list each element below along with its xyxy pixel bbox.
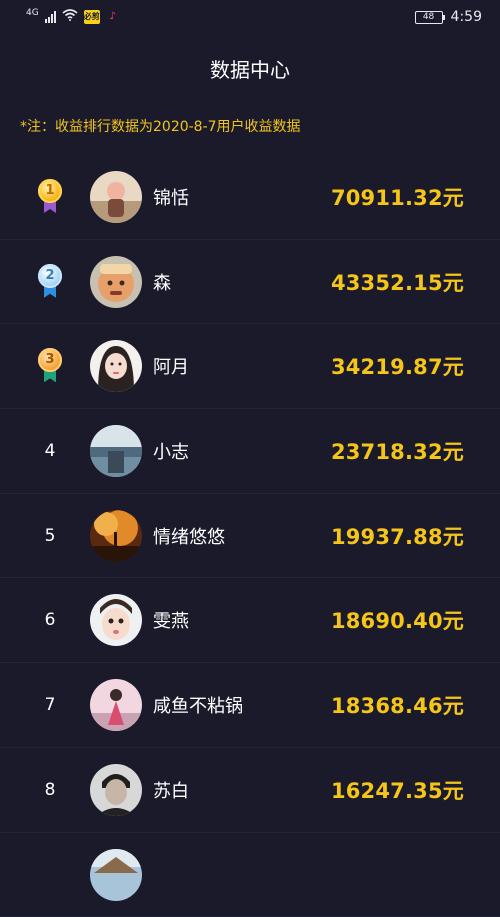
earnings-amount: 18368.46元	[331, 663, 464, 747]
rank-badge: 1	[30, 155, 70, 239]
earnings-amount: 70911.32元	[331, 155, 464, 239]
rank-number: 5	[30, 494, 70, 578]
rank-badge: 3	[30, 324, 70, 408]
earnings-amount: 34219.87元	[331, 324, 464, 408]
bronze-medal-icon: 3	[36, 348, 64, 384]
earnings-amount: 43352.15元	[331, 240, 464, 324]
rank-number: 7	[30, 663, 70, 747]
user-name: 锦恬	[153, 155, 189, 239]
status-right: 48 4:59	[415, 9, 482, 25]
gold-medal-icon: 1	[36, 179, 64, 215]
ranking-row-partial[interactable]	[0, 833, 500, 917]
avatar[interactable]	[90, 764, 142, 816]
ranking-row[interactable]: 7 咸鱼不粘锅 18368.46元	[0, 663, 500, 748]
user-name: 雯燕	[153, 578, 189, 662]
ranking-list: 1 锦恬 70911.32元 2	[0, 155, 500, 917]
user-name: 森	[153, 240, 171, 324]
avatar[interactable]	[90, 510, 142, 562]
avatar[interactable]	[90, 256, 142, 308]
ranking-row[interactable]: 6 雯燕 18690.40元	[0, 578, 500, 663]
app-notification-icon: 必剪	[84, 10, 100, 24]
status-time: 4:59	[451, 9, 482, 25]
avatar[interactable]	[90, 594, 142, 646]
rank-number: 8	[30, 748, 70, 832]
ranking-row[interactable]: 5 情绪悠悠 19937.88元	[0, 494, 500, 579]
user-name: 情绪悠悠	[153, 494, 225, 578]
wifi-icon	[62, 9, 78, 25]
avatar[interactable]	[90, 425, 142, 477]
status-left: 4G 必剪 ♪	[26, 9, 120, 25]
earnings-amount: 19937.88元	[331, 494, 464, 578]
user-name: 小志	[153, 409, 189, 493]
user-name: 咸鱼不粘锅	[153, 663, 243, 747]
silver-medal-icon: 2	[36, 264, 64, 300]
ranking-row[interactable]: 8 苏白 16247.35元	[0, 748, 500, 833]
ranking-row[interactable]: 2 森 43352.15元	[0, 240, 500, 325]
earnings-amount: 16247.35元	[331, 748, 464, 832]
avatar[interactable]	[90, 340, 142, 392]
avatar[interactable]	[90, 679, 142, 731]
battery-icon: 48	[415, 11, 443, 24]
earnings-amount: 18690.40元	[331, 578, 464, 662]
ranking-row[interactable]: 3 阿月 34219.87元	[0, 324, 500, 409]
page-title: 数据中心	[0, 54, 500, 83]
tiktok-icon: ♪	[106, 10, 120, 24]
user-name: 苏白	[153, 748, 189, 832]
ranking-row[interactable]: 1 锦恬 70911.32元	[0, 155, 500, 240]
rank-badge: 2	[30, 240, 70, 324]
user-name: 阿月	[153, 324, 189, 408]
status-bar: 4G 必剪 ♪ 48 4:59	[0, 0, 500, 34]
network-type: 4G	[26, 9, 39, 18]
signal-icon	[45, 11, 56, 23]
earnings-amount: 23718.32元	[331, 409, 464, 493]
avatar[interactable]	[90, 849, 142, 901]
ranking-row[interactable]: 4 小志 23718.32元	[0, 409, 500, 494]
data-note: *注：收益排行数据为2020-8-7用户收益数据	[20, 116, 301, 136]
avatar[interactable]	[90, 171, 142, 223]
rank-number: 6	[30, 578, 70, 662]
rank-number: 4	[30, 409, 70, 493]
